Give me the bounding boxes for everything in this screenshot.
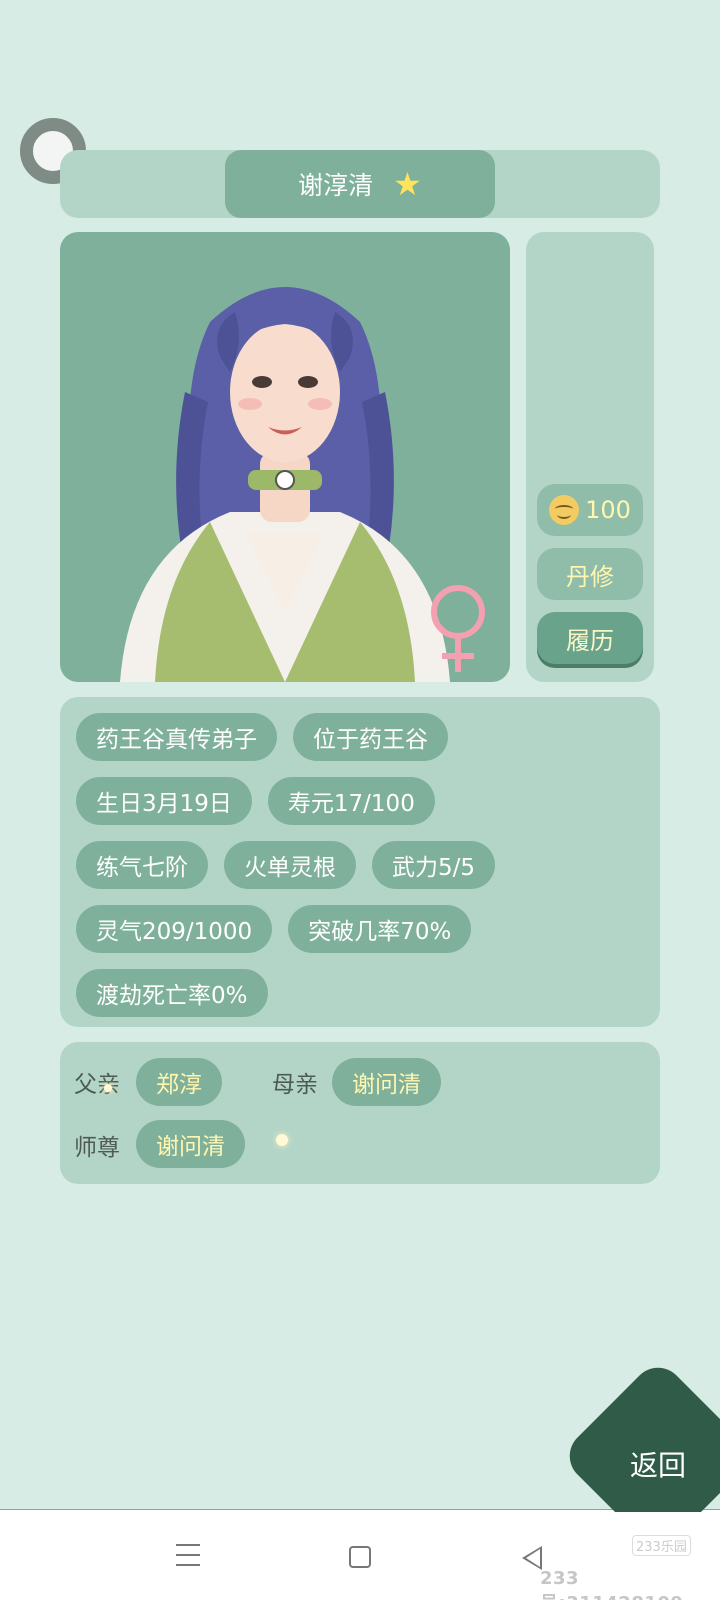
tag-row: 渡劫死亡率0% [76, 969, 644, 1017]
watermark-id: 233号:311428109 [540, 1568, 683, 1600]
mood-value: 100 [585, 496, 631, 524]
family-panel: 父亲 郑淳 母亲 谢问清 师尊 谢问清 [60, 1042, 660, 1184]
history-button[interactable]: 履历 [537, 612, 643, 664]
tag-row: 生日3月19日 寿元17/100 [76, 777, 644, 825]
tag-row: 药王谷真传弟子 位于药王谷 [76, 713, 644, 761]
sparkle-dot [104, 1084, 112, 1092]
master-chip[interactable]: 谢问清 [136, 1120, 245, 1168]
sparkle-dot [276, 1134, 288, 1146]
tag-breakthrough-rate: 突破几率70% [288, 905, 472, 953]
title-bar: 谢淳清 ★ [60, 150, 660, 218]
tag-tribulation-death-rate: 渡劫死亡率0% [76, 969, 268, 1017]
back-button-label[interactable]: 返回 [630, 1444, 686, 1484]
father-label: 父亲 [74, 1072, 120, 1098]
character-portrait [60, 232, 510, 682]
portrait-illustration [120, 287, 485, 682]
tag-lifespan: 寿元17/100 [267, 777, 435, 825]
tag-combat-power: 武力5/5 [372, 841, 496, 889]
tag-sect-rank: 药王谷真传弟子 [76, 713, 277, 761]
character-name-pill: 谢淳清 ★ [225, 150, 495, 218]
father-chip[interactable]: 郑淳 [136, 1058, 222, 1106]
mother-label: 母亲 [272, 1072, 318, 1098]
smile-icon [549, 495, 580, 525]
watermark-logo: 233乐园 [632, 1535, 691, 1556]
home-icon[interactable] [349, 1546, 371, 1568]
cultivation-type-button[interactable]: 丹修 [537, 548, 643, 600]
tag-row: 灵气209/1000 突破几率70% [76, 905, 644, 953]
mother-chip[interactable]: 谢问清 [332, 1058, 441, 1106]
info-panel: 药王谷真传弟子 位于药王谷 生日3月19日 寿元17/100 练气七阶 火单灵根… [60, 697, 660, 1027]
tag-spiritual-energy: 灵气209/1000 [76, 905, 273, 953]
tag-row: 练气七阶 火单灵根 武力5/5 [76, 841, 644, 889]
tag-birthday: 生日3月19日 [76, 777, 252, 825]
menu-icon[interactable] [176, 1544, 200, 1574]
tag-spirit-root: 火单灵根 [224, 841, 356, 889]
tag-realm: 练气七阶 [76, 841, 208, 889]
master-label: 师尊 [74, 1135, 120, 1161]
back-triangle-icon[interactable] [522, 1546, 542, 1570]
tag-location: 位于药王谷 [293, 713, 448, 761]
star-icon[interactable]: ★ [393, 168, 422, 200]
character-name: 谢淳清 [298, 171, 374, 200]
mood-indicator[interactable]: 100 [537, 484, 643, 536]
side-panel: 100 丹修 履历 [526, 232, 654, 682]
